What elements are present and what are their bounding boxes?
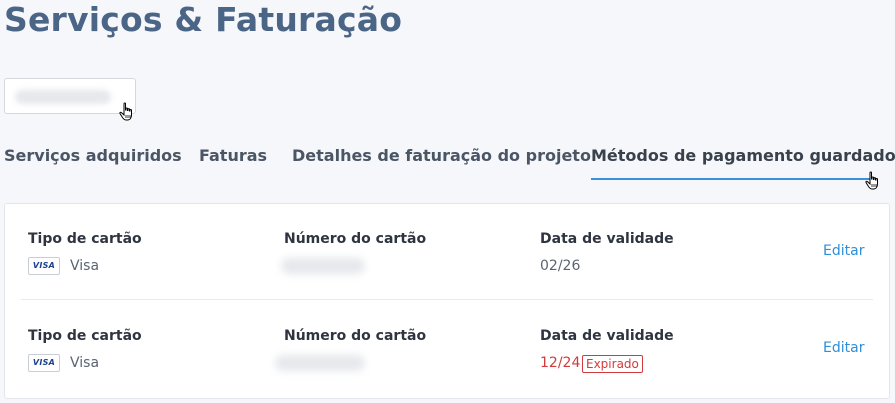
- expiry-label: Data de validade: [540, 328, 674, 344]
- edit-card-link[interactable]: Editar: [823, 340, 864, 356]
- card-brand: Visa: [70, 258, 100, 274]
- card-type-label: Tipo de cartão: [28, 328, 142, 344]
- row-divider: [21, 299, 873, 300]
- card-type-label: Tipo de cartão: [28, 231, 142, 247]
- visa-logo-icon: VISA: [28, 354, 60, 372]
- card-number-redacted: [281, 258, 365, 274]
- tab-metodos-pagamento[interactable]: Métodos de pagamento guardados: [591, 146, 895, 165]
- hand-pointer-icon: [119, 102, 132, 121]
- card-brand: Visa: [70, 355, 100, 371]
- project-selector-value-redacted: [15, 90, 111, 104]
- edit-card-link[interactable]: Editar: [823, 243, 864, 259]
- expiry-value: 12/24: [540, 355, 581, 371]
- expired-status-badge: Expirado: [582, 355, 643, 373]
- tab-faturas[interactable]: Faturas: [199, 146, 267, 165]
- project-selector[interactable]: [4, 78, 136, 114]
- active-tab-underline: [591, 178, 874, 180]
- tab-detalhes-faturacao[interactable]: Detalhes de faturação do projeto: [292, 146, 591, 165]
- visa-logo-icon: VISA: [28, 257, 60, 275]
- card-number-label: Número do cartão: [284, 231, 427, 247]
- page-title: Serviços & Faturação: [4, 0, 403, 39]
- payment-methods-card: Tipo de cartão VISA Visa Número do cartã…: [4, 203, 890, 399]
- tab-bar: Serviços adquiridos Faturas Detalhes de …: [0, 140, 895, 184]
- tab-servicos-adquiridos[interactable]: Serviços adquiridos: [4, 146, 182, 165]
- expiry-label: Data de validade: [540, 231, 674, 247]
- card-number-label: Número do cartão: [284, 328, 427, 344]
- card-number-redacted: [275, 355, 365, 371]
- hand-pointer-icon: [865, 171, 878, 190]
- payment-method-row: Tipo de cartão VISA Visa Número do cartã…: [5, 204, 889, 300]
- expiry-value: 02/26: [540, 258, 581, 274]
- payment-method-row: Tipo de cartão VISA Visa Número do cartã…: [5, 301, 889, 397]
